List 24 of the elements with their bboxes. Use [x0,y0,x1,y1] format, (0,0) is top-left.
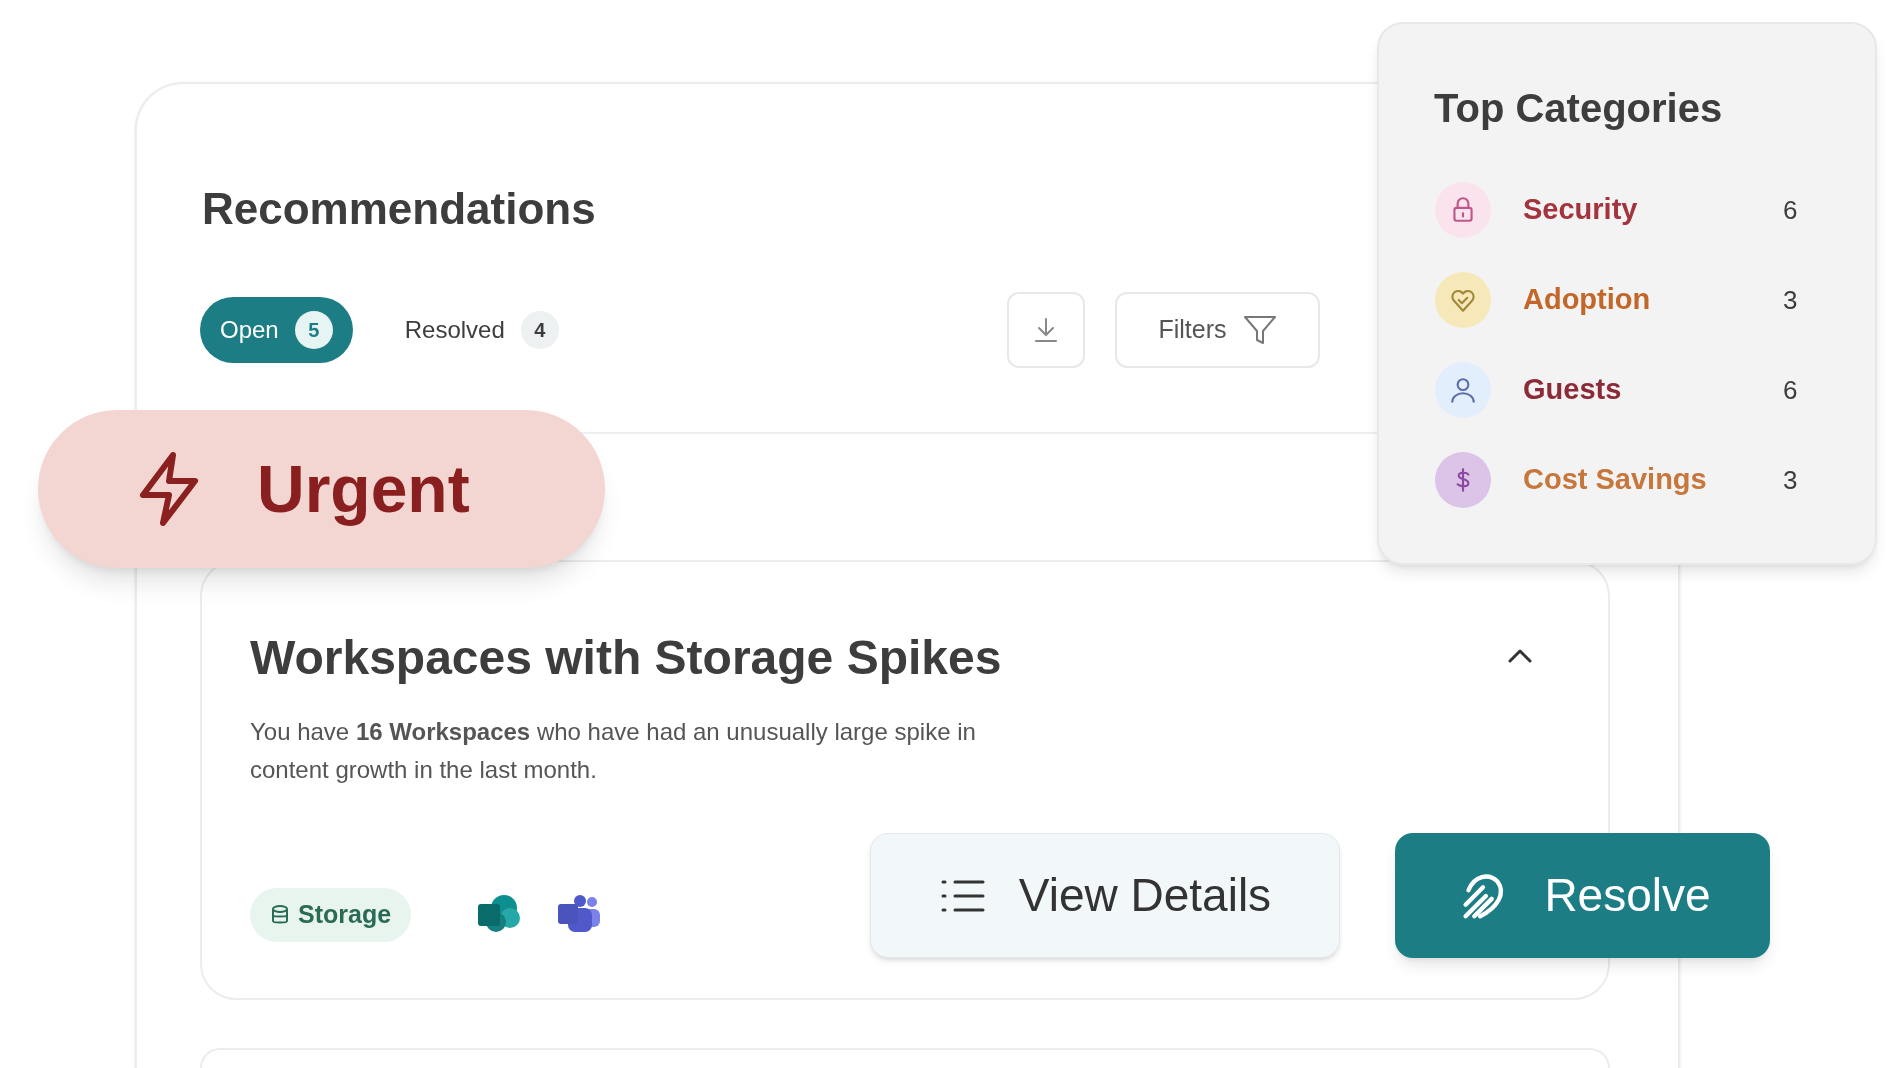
status-tab[interactable]: Open 5 [200,297,353,363]
filters-button[interactable]: Filters [1115,292,1320,368]
category-label: Security [1523,192,1639,228]
cloud-app-icon [476,892,522,934]
filter-icon [1242,314,1277,346]
panel-heading: Top Categories [1434,85,1723,132]
storage-tag: Storage [250,888,412,942]
category-count: 3 [1783,283,1798,317]
database-icon [270,904,290,926]
status-tab[interactable]: Resolved 4 [384,297,579,363]
card-title: Workspaces with Storage Spikes [250,630,1002,686]
resolve-button[interactable]: Resolve [1395,833,1770,958]
card-description: You have 16 Workspaces who have had an unusually large spike in content growth in the last month. [250,717,977,785]
category-label: Guests [1523,372,1623,408]
urgent-label: Urgent [257,450,470,528]
team-app-icon [556,894,602,934]
category-label: Adoption [1523,282,1652,318]
category-label: Cost Savings [1523,462,1708,498]
category-count: 6 [1783,373,1798,407]
panel-title: Recommendations [202,183,596,235]
category-count: 3 [1783,463,1798,497]
view-details-button[interactable]: View Details [870,833,1340,958]
category-count: 6 [1783,193,1798,227]
count-badge: 5 [294,311,333,349]
